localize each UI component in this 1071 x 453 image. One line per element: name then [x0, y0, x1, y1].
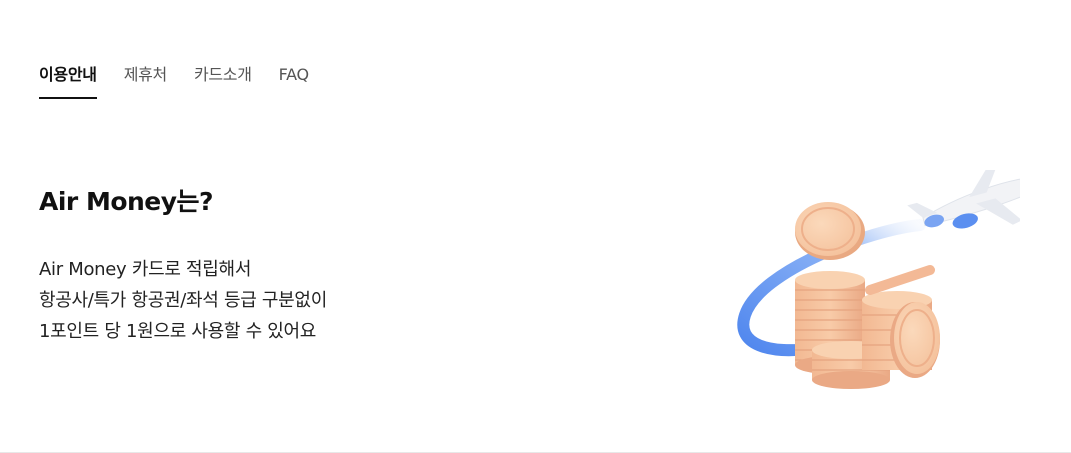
description: Air Money 카드로 적립해서 항공사/특가 항공권/좌석 등급 구분없이…: [39, 254, 327, 347]
page-title: Air Money는?: [39, 187, 214, 216]
airplane-icon: [907, 167, 1046, 229]
tab-partners[interactable]: 제휴처: [124, 64, 168, 99]
tab-bar: 이용안내 제휴처 카드소개 FAQ: [39, 64, 336, 99]
description-line: 1포인트 당 1원으로 사용할 수 있어요: [39, 321, 317, 342]
floating-coin-icon: [795, 202, 865, 260]
coins-airplane-illustration: [737, 167, 1046, 389]
tab-usage-guide[interactable]: 이용안내: [39, 64, 97, 99]
description-line: 항공사/특가 항공권/좌석 등급 구분없이: [39, 290, 327, 311]
coin-stack-right-icon: [862, 265, 940, 378]
tab-card-intro[interactable]: 카드소개: [194, 64, 252, 99]
tab-faq[interactable]: FAQ: [279, 64, 309, 99]
description-line: Air Money 카드로 적립해서: [39, 259, 252, 280]
air-money-illustration: [720, 167, 1046, 400]
